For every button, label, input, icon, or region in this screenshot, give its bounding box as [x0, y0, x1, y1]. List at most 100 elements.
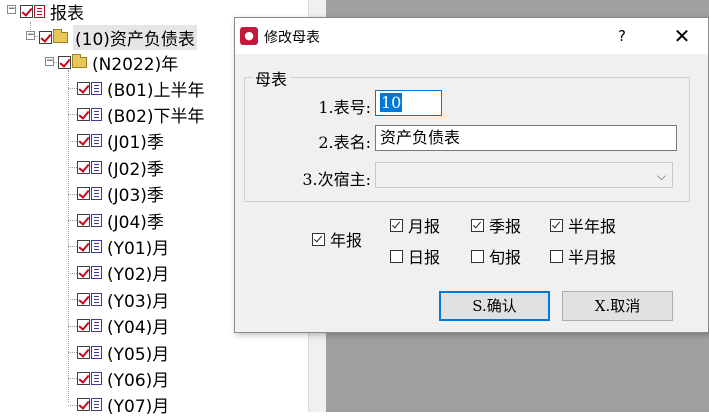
document-icon — [91, 292, 102, 306]
tree-node-label: (J02)季 — [107, 159, 164, 180]
tree-node-period[interactable]: (Y07)月 — [77, 393, 169, 417]
checkbox-box[interactable] — [312, 232, 325, 246]
quarterly-report-checkbox[interactable]: 季报 — [471, 213, 521, 237]
tree-node-period[interactable]: (B01)上半年 — [77, 76, 205, 101]
collapse-table-icon[interactable]: − — [26, 31, 35, 40]
chevron-down-icon: ⌵ — [656, 169, 666, 183]
checkbox-box[interactable] — [550, 218, 563, 232]
tree-checkbox[interactable] — [77, 213, 90, 227]
tree-node-period[interactable]: (Y05)月 — [77, 340, 170, 365]
tree-checkbox[interactable] — [77, 266, 90, 280]
tree-node-period[interactable]: (J03)季 — [77, 182, 164, 206]
tree-node-period[interactable]: (Y02)月 — [77, 261, 169, 285]
tree-checkbox[interactable] — [77, 134, 90, 148]
tree-node-balance-sheet[interactable]: (10)资产负债表 — [39, 24, 197, 50]
tree-node-period[interactable]: (Y01)月 — [77, 234, 170, 259]
tree-checkbox[interactable] — [58, 55, 71, 69]
tree-checkbox[interactable] — [77, 345, 90, 359]
tree-checkbox[interactable] — [77, 319, 90, 333]
app-logo-icon: ● — [240, 27, 258, 45]
host-select[interactable]: ⌵ — [375, 162, 673, 188]
annual-report-checkbox[interactable]: 年报 — [312, 227, 362, 251]
half-month-report-checkbox[interactable]: 半月报 — [550, 244, 616, 268]
tree-node-label: (Y06)月 — [107, 370, 170, 391]
ten-day-report-checkbox[interactable]: 旬报 — [471, 244, 521, 268]
tree-checkbox[interactable] — [77, 107, 90, 121]
tree-node-root[interactable]: 报表 — [20, 0, 84, 24]
collapse-root-icon[interactable]: − — [7, 5, 16, 14]
tree-node-period[interactable]: (J01)季 — [77, 129, 164, 153]
report-icon — [34, 4, 45, 18]
folder-icon — [53, 28, 68, 43]
tree-node-year[interactable]: (N2022)年 — [58, 50, 179, 75]
document-icon — [91, 398, 102, 412]
tree-node-label: (J01)季 — [107, 133, 164, 154]
group-title: 母表 — [252, 66, 291, 90]
tree-checkbox[interactable] — [20, 4, 33, 18]
tree-checkbox[interactable] — [77, 292, 90, 306]
tree-node-label: (Y01)月 — [107, 238, 170, 259]
collapse-year-icon[interactable]: − — [45, 57, 54, 66]
checkbox-label: 半月报 — [568, 248, 617, 267]
tree-node-period[interactable]: (Y03)月 — [77, 287, 170, 312]
confirm-button[interactable]: S.确认 — [439, 291, 550, 321]
tree-checkbox[interactable] — [77, 187, 90, 201]
cancel-button[interactable]: X.取消 — [562, 291, 673, 321]
document-icon — [91, 134, 102, 148]
dialog-title: 修改母表 — [264, 30, 320, 46]
document-icon — [91, 107, 102, 121]
document-icon — [91, 81, 102, 95]
checkbox-label: 日报 — [408, 248, 441, 267]
tree-node-label: 报表 — [50, 3, 84, 24]
checkbox-box[interactable] — [471, 249, 484, 263]
checkbox-box[interactable] — [390, 249, 403, 263]
document-icon — [91, 160, 102, 174]
daily-report-checkbox[interactable]: 日报 — [390, 244, 440, 268]
tree-checkbox[interactable] — [77, 81, 90, 95]
tree-checkbox[interactable] — [77, 371, 90, 385]
tree-node-period[interactable]: (Y04)月 — [77, 314, 169, 338]
close-button[interactable]: ✕ — [667, 24, 697, 48]
checkbox-label: 旬报 — [489, 248, 522, 267]
table-number-label: 1.表号: — [318, 98, 371, 117]
checkbox-label: 年报 — [330, 231, 363, 250]
tree-node-label: (B02)下半年 — [107, 106, 205, 127]
tree-node-label: (Y05)月 — [107, 344, 170, 365]
document-icon — [91, 345, 102, 359]
document-icon — [91, 371, 102, 385]
tree-checkbox[interactable] — [77, 398, 90, 412]
host-label: 3.次宿主: — [302, 170, 371, 189]
tree-node-period[interactable]: (J04)季 — [77, 208, 164, 233]
document-icon — [91, 239, 102, 253]
tree-node-label: (J03)季 — [107, 186, 164, 207]
tree-checkbox[interactable] — [77, 160, 90, 174]
checkbox-label: 月报 — [408, 217, 441, 236]
checkbox-label: 半年报 — [568, 217, 617, 236]
tree-node-period[interactable]: (Y06)月 — [77, 366, 170, 391]
dialog-titlebar[interactable]: ● 修改母表 ? ✕ — [235, 18, 708, 54]
tree-node-label: (10)资产负债表 — [73, 24, 197, 50]
checkbox-box[interactable] — [390, 218, 403, 232]
document-icon — [91, 187, 102, 201]
table-name-input[interactable]: 资产负债表 — [375, 125, 677, 151]
tree-checkbox[interactable] — [39, 30, 52, 44]
tree-node-period[interactable]: (B02)下半年 — [77, 102, 205, 127]
help-button[interactable]: ? — [609, 24, 635, 48]
tree-node-label: (Y04)月 — [107, 318, 170, 339]
tree-node-label: (N2022)年 — [92, 54, 179, 75]
document-icon — [91, 266, 102, 280]
tree-node-label: (Y03)月 — [107, 291, 170, 312]
edit-parent-table-dialog: ● 修改母表 ? ✕ 母表 1.表号: 10 2.表名: 资产负债表 3.次宿主… — [234, 17, 709, 333]
document-icon — [91, 319, 102, 333]
table-name-label: 2.表名: — [318, 133, 371, 152]
tree-checkbox[interactable] — [77, 239, 90, 253]
document-icon — [91, 213, 102, 227]
half-year-report-checkbox[interactable]: 半年报 — [550, 213, 616, 237]
tree-node-label: (Y02)月 — [107, 265, 170, 286]
table-number-input[interactable]: 10 — [375, 90, 442, 116]
checkbox-box[interactable] — [471, 218, 484, 232]
tree-node-period[interactable]: (J02)季 — [77, 155, 164, 180]
monthly-report-checkbox[interactable]: 月报 — [390, 213, 440, 237]
tree-node-label: (Y07)月 — [107, 397, 170, 417]
checkbox-box[interactable] — [550, 249, 563, 263]
